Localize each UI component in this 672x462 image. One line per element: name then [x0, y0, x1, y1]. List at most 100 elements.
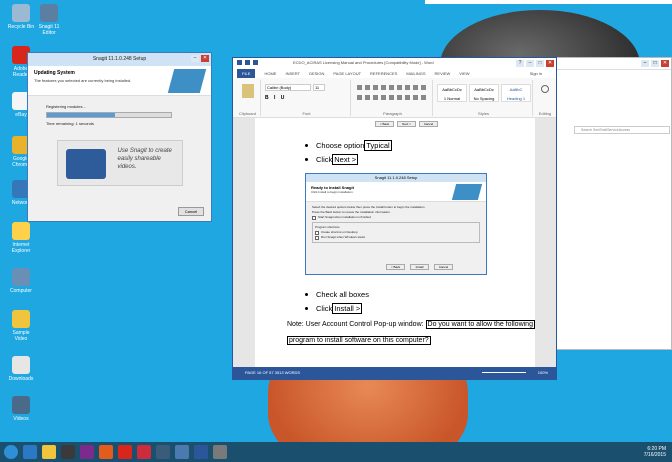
desktop-icon[interactable]: Downloads	[6, 356, 36, 382]
bullet-dot	[305, 158, 308, 161]
find-icon[interactable]	[541, 85, 549, 93]
desktop-icon-label: Downloads	[8, 376, 34, 382]
paragraph-group: Paragraph	[353, 80, 433, 116]
tab-references[interactable]: REFERENCES	[370, 71, 397, 76]
word-window[interactable]: ECDO_ACIRAS Licensing Manual and Procedu…	[232, 57, 557, 380]
close-icon[interactable]: ✕	[546, 60, 554, 67]
minimize-icon[interactable]: –	[191, 55, 199, 62]
styles-group: AaBbCcDc 1 Normal AaBbCcDc No Spacing AaBb…	[435, 80, 533, 116]
tab-mailings[interactable]: MAILINGS	[406, 71, 425, 76]
background-window[interactable]: – □ ✕ Search SeeShellServiceAccess	[555, 57, 672, 350]
help-icon[interactable]: ?	[516, 60, 524, 67]
editing-label: Editing	[538, 111, 552, 116]
film-icon	[65, 149, 106, 179]
style-preview: AaBbCcDc	[474, 87, 494, 92]
app-icon	[12, 356, 30, 374]
save-icon[interactable]	[245, 60, 250, 65]
paragraph-buttons[interactable]	[357, 85, 427, 90]
embedded-header: Ready to Install Snagit Click Install to…	[306, 182, 486, 202]
promo-text: Use Snagit to create easily shareable vi…	[117, 148, 172, 170]
note-boxed: Do you want to allow the following	[425, 320, 535, 329]
desktop-icon-label: Sample Video	[12, 330, 30, 342]
sign-in-link[interactable]: Sign in	[530, 71, 542, 76]
clipboard-group: Clipboard	[235, 80, 261, 116]
bullet-dot	[305, 293, 308, 296]
quick-access-toolbar	[237, 60, 258, 65]
style-preview: AaBbCcDc	[442, 87, 462, 92]
style-no-spacing[interactable]: AaBbCcDc No Spacing	[469, 84, 499, 102]
tab-file[interactable]: FILE	[237, 68, 256, 78]
background-window-titlebar[interactable]: – □ ✕	[556, 58, 671, 70]
ribbon-tabs: FILE HOME INSERT DESIGN PAGE LAYOUT REFE…	[233, 68, 556, 78]
desktop-icon[interactable]: Sample Video	[6, 310, 36, 342]
firefox-icon[interactable]	[99, 445, 113, 459]
bullet-click-install: Click Install >	[305, 303, 363, 314]
boxed-text: Next >	[332, 154, 359, 165]
embedded-check: Run Snagit when Windows starts	[315, 235, 477, 240]
maximize-icon[interactable]: □	[536, 60, 544, 67]
word-titlebar[interactable]: ECDO_ACIRAS Licensing Manual and Procedu…	[233, 58, 556, 68]
explorer-icon[interactable]	[42, 445, 56, 459]
cancel-button[interactable]: Cancel	[178, 207, 204, 216]
onenote-icon[interactable]	[80, 445, 94, 459]
desktop-icon[interactable]: Recycle Bin	[6, 4, 36, 30]
document-page[interactable]: < Back Next > Cancel Choose option Typic…	[255, 118, 535, 368]
word-icon[interactable]	[194, 445, 208, 459]
app-icon	[12, 4, 30, 22]
page-word-count[interactable]: PAGE 16 OF 57 3513 WORDS	[245, 370, 300, 375]
clock-date: 7/16/2015	[643, 452, 666, 458]
document-area[interactable]: < Back Next > Cancel Choose option Typic…	[233, 118, 556, 368]
app-icon	[40, 4, 58, 22]
snagit-setup-icon[interactable]	[213, 445, 227, 459]
desktop-icon[interactable]: Computer	[6, 268, 36, 294]
ie-icon[interactable]	[23, 445, 37, 459]
maximize-icon[interactable]: □	[651, 60, 659, 67]
style-heading-1[interactable]: AaBbC Heading 1	[501, 84, 531, 102]
zoom-level[interactable]: 100%	[538, 367, 548, 379]
paste-icon[interactable]	[241, 84, 254, 98]
embedded-back-button: < Back	[386, 264, 405, 270]
word-window-controls: ? – □ ✕	[516, 60, 554, 67]
style-normal[interactable]: AaBbCcDc 1 Normal	[437, 84, 467, 102]
undo-icon[interactable]	[253, 60, 258, 65]
system-tray[interactable]: 6:20 PM 7/16/2015	[644, 446, 666, 458]
minimize-icon[interactable]: –	[526, 60, 534, 67]
app-icon[interactable]	[137, 445, 151, 459]
acrobat-icon[interactable]	[118, 445, 132, 459]
font-name-select[interactable]: Calibri (Body)	[265, 84, 311, 91]
media-icon[interactable]	[61, 445, 75, 459]
close-icon[interactable]: ✕	[661, 60, 669, 67]
tab-page-layout[interactable]: PAGE LAYOUT	[333, 71, 361, 76]
word-status-bar: PAGE 16 OF 57 3513 WORDS 100%	[233, 367, 556, 379]
format-buttons[interactable]: B I U	[265, 95, 286, 101]
snagit-icon[interactable]	[175, 445, 189, 459]
search-input[interactable]: Search SeeShellServiceAccess	[574, 126, 670, 134]
minimize-icon[interactable]: –	[641, 60, 649, 67]
desktop-icon-label: Snagit 11 Editor	[38, 24, 60, 36]
settings-icon[interactable]	[156, 445, 170, 459]
bullet-choose-option: Choose option Typical	[305, 140, 392, 151]
tab-review[interactable]: REVIEW	[435, 71, 451, 76]
snagit-titlebar[interactable]: Snagit 11.1.0.248 Setup – ✕	[28, 53, 211, 66]
clipboard-label: Clipboard	[238, 111, 257, 116]
background-window-controls: – □ ✕	[641, 60, 669, 67]
tab-design[interactable]: DESIGN	[309, 71, 324, 76]
tab-home[interactable]: HOME	[264, 71, 276, 76]
zoom-slider[interactable]	[482, 372, 526, 373]
doc-next-button: Next >	[397, 121, 416, 127]
embedded-install-button: Install	[410, 264, 429, 270]
alignment-buttons[interactable]	[357, 95, 427, 100]
snagit-setup-window[interactable]: Snagit 11.1.0.248 Setup – ✕ Updating Sys…	[27, 52, 212, 222]
close-icon[interactable]: ✕	[201, 55, 209, 62]
note-line-2: program to install software on this comp…	[287, 336, 431, 345]
desktop-icon[interactable]: Snagit 11 Editor	[34, 4, 64, 36]
checkbox-icon	[315, 235, 319, 240]
tab-insert[interactable]: INSERT	[285, 71, 300, 76]
start-icon[interactable]	[4, 445, 18, 459]
doc-back-button: < Back	[375, 121, 394, 127]
embedded-group: Program shortcuts Create shortcut on Des…	[312, 222, 480, 243]
font-size-select[interactable]: 11	[313, 84, 325, 91]
desktop-icon[interactable]: Videos	[6, 396, 36, 422]
tab-view[interactable]: VIEW	[459, 71, 469, 76]
desktop-icon[interactable]: Internet Explorer	[6, 222, 36, 254]
